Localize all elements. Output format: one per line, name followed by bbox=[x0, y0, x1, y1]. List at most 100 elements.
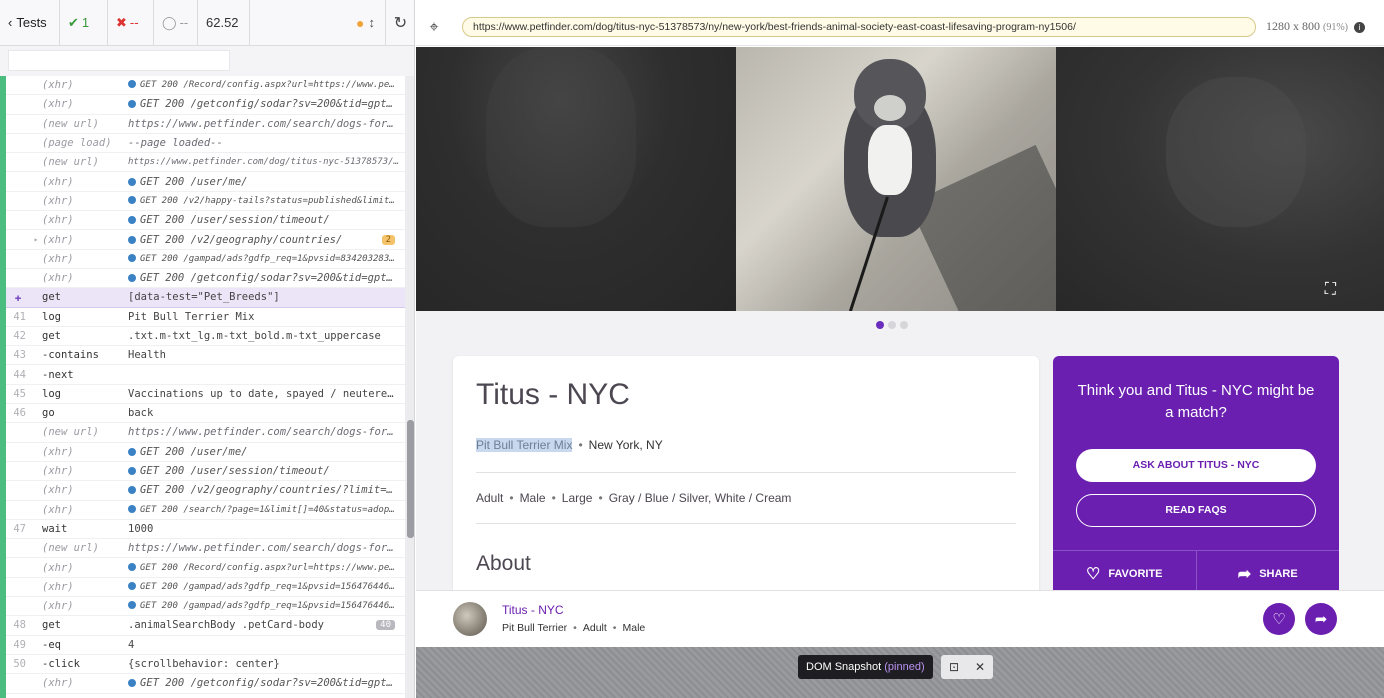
dog-silhouette bbox=[1166, 77, 1306, 227]
command-number: 42 bbox=[13, 330, 26, 342]
command-row[interactable]: (xhr) GET 200 /user/me/ bbox=[6, 443, 405, 462]
expand-arrow-icon[interactable]: ▸ bbox=[30, 235, 42, 244]
command-row[interactable]: (xhr) GET 200 /user/session/timeout/ bbox=[6, 462, 405, 482]
command-row[interactable]: (xhr) GET 200 /getconfig/sodar?sv=200&tid… bbox=[6, 95, 405, 115]
command-name: -eq bbox=[42, 638, 61, 651]
command-row[interactable]: 43 -contains Health bbox=[6, 346, 405, 366]
command-row[interactable]: (new url)https://www.petfinder.com/searc… bbox=[6, 423, 405, 443]
command-row[interactable]: (xhr) GET 200 /search/?page=1&limit[]=40&… bbox=[6, 501, 405, 520]
snapshot-bar: DOM Snapshot (pinned) ⊡ ✕ bbox=[416, 647, 1384, 698]
command-name: (xhr) bbox=[42, 445, 74, 458]
command-row[interactable]: (xhr) GET 200 /Record/config.aspx?url=htt… bbox=[6, 558, 405, 578]
dom-snapshot-label: DOM Snapshot (pinned) bbox=[798, 655, 933, 679]
command-row[interactable]: (new url)https://www.petfinder.com/searc… bbox=[6, 694, 405, 698]
command-message-text: GET 200 /gampad/ads?gdfp_req=1&pvsid=156… bbox=[140, 581, 405, 592]
command-count-badge: 40 bbox=[376, 620, 395, 631]
photo-carousel[interactable]: ⛶ bbox=[416, 47, 1384, 311]
command-log-scroll-thumb[interactable] bbox=[407, 420, 414, 538]
command-row[interactable]: 48 get .animalSearchBody .petCard-body 40 bbox=[6, 616, 405, 636]
command-row[interactable]: (page load) --page loaded-- bbox=[6, 134, 405, 154]
command-row[interactable]: (xhr) GET 200 /getconfig/sodar?sv=200&tid… bbox=[6, 269, 405, 289]
command-row[interactable]: (xhr) GET 200 /getconfig/sodar?sv=200&tid… bbox=[6, 674, 405, 694]
command-row[interactable]: (xhr) GET 200 /v2/happy-tails?status=publ… bbox=[6, 192, 405, 212]
command-row[interactable]: (xhr) GET 200 /gampad/ads?gdfp_req=1&pvsi… bbox=[6, 597, 405, 617]
ask-about-button[interactable]: ASK ABOUT TITUS - NYC bbox=[1076, 449, 1316, 482]
reload-icon: ↻ bbox=[393, 14, 408, 32]
command-log-panel: ‹ Tests ✔ 1 ✖ -- ◯ -- 62.52 ● ↕ ↻ (xhr) G… bbox=[0, 0, 415, 698]
carousel-photo-prev[interactable] bbox=[416, 47, 736, 311]
command-row[interactable]: (new url)https://www.petfinder.com/searc… bbox=[6, 115, 405, 134]
sticky-share-button[interactable]: ➦ bbox=[1305, 603, 1337, 635]
command-message: GET 200 /getconfig/sodar?sv=200&tid=gpt&… bbox=[128, 272, 405, 284]
command-message-text: 4 bbox=[128, 638, 135, 651]
command-row[interactable]: 41 log Pit Bull Terrier Mix bbox=[6, 308, 405, 327]
fullscreen-icon[interactable]: ⛶ bbox=[1325, 279, 1336, 299]
read-faqs-button[interactable]: READ FAQS bbox=[1076, 494, 1316, 527]
test-filter-input[interactable] bbox=[8, 50, 230, 71]
command-message-text: GET 200 /getconfig/sodar?sv=200&tid=gpt&… bbox=[140, 98, 400, 111]
command-row[interactable]: 46 go back bbox=[6, 404, 405, 424]
sticky-pet-name[interactable]: Titus - NYC bbox=[502, 603, 564, 617]
command-row[interactable]: 42 get .txt.m-txt_lg.m-txt_bold.m-txt_uppe… bbox=[6, 327, 405, 347]
command-row[interactable]: 45 log Vaccinations up to date, spayed / n… bbox=[6, 385, 405, 405]
command-row[interactable]: ▸ (xhr) GET 200 /v2/geography/countries/2 bbox=[6, 230, 405, 250]
command-row[interactable]: (new url) https://www.petfinder.com/dog/t… bbox=[6, 153, 405, 173]
command-message-text: Health bbox=[128, 349, 166, 362]
status-dot-icon: ● bbox=[356, 14, 365, 31]
command-message: Vaccinations up to date, spayed / neuter… bbox=[128, 388, 405, 400]
sticky-favorite-button[interactable]: ♡ bbox=[1263, 603, 1295, 635]
close-icon: ✕ bbox=[974, 660, 986, 674]
command-message: 1000 bbox=[128, 523, 405, 535]
command-row[interactable]: (xhr) GET 200 /gampad/ads?gdfp_req=1&pvsi… bbox=[6, 250, 405, 269]
command-row[interactable]: 44 -next bbox=[6, 365, 405, 385]
auto-scroll-icon[interactable]: ↕ bbox=[369, 15, 376, 30]
command-name: -contains bbox=[42, 349, 99, 362]
carousel-dot[interactable] bbox=[876, 321, 884, 329]
share-arrow-icon: ➦ bbox=[1314, 610, 1328, 628]
separator: • bbox=[598, 491, 603, 505]
sticky-subtitle-part: Male bbox=[622, 622, 646, 634]
carousel-dot[interactable] bbox=[900, 321, 908, 329]
command-row-pinned[interactable]: ✚ get [data-test="Pet_Breeds"] bbox=[6, 288, 405, 308]
command-row[interactable]: 50 -click {scrollbehavior: center} bbox=[6, 655, 405, 675]
pet-location: New York, NY bbox=[588, 438, 663, 452]
command-message-text: GET 200 /user/me/ bbox=[140, 175, 248, 188]
selector-playground-icon[interactable]: ⌖ bbox=[416, 17, 452, 37]
restart-button[interactable]: ↻ bbox=[385, 0, 414, 45]
command-row[interactable]: 49 -eq 4 bbox=[6, 636, 405, 655]
command-row[interactable]: 47 wait 1000 bbox=[6, 520, 405, 540]
command-log-scrollbar[interactable] bbox=[405, 76, 414, 698]
command-number: 49 bbox=[13, 638, 26, 651]
command-message: GET 200 /user/me/ bbox=[128, 176, 405, 188]
divider bbox=[476, 523, 1016, 524]
command-name: go bbox=[42, 407, 55, 420]
command-message-text: GET 200 /gampad/ads?gdfp_req=1&pvsid=156… bbox=[140, 601, 405, 612]
command-row[interactable]: (xhr) GET 200 /gampad/ads?gdfp_req=1&pvsi… bbox=[6, 578, 405, 598]
carousel-dot[interactable] bbox=[888, 321, 896, 329]
command-name: get bbox=[42, 619, 61, 632]
command-number: 47 bbox=[13, 522, 26, 535]
command-row[interactable]: (xhr) GET 200 /user/me/ bbox=[6, 172, 405, 192]
command-row[interactable]: (xhr) GET 200 /user/session/timeout/ bbox=[6, 211, 405, 231]
url-field[interactable]: https://www.petfinder.com/dog/titus-nyc-… bbox=[462, 16, 1256, 37]
tests-button[interactable]: ‹ Tests bbox=[0, 0, 60, 45]
xhr-status-dot-icon bbox=[128, 100, 136, 109]
breed-location-line: Pit Bull Terrier Mix • New York, NY bbox=[476, 438, 663, 452]
viewport-info[interactable]: 1280 x 800 (91%) i bbox=[1266, 19, 1365, 34]
command-message: back bbox=[128, 407, 405, 419]
xhr-status-dot-icon bbox=[128, 235, 136, 244]
unpin-snapshot-button[interactable]: ✕ bbox=[967, 655, 993, 679]
command-name: -next bbox=[42, 368, 74, 381]
tests-label: Tests bbox=[16, 15, 47, 30]
toggle-highlight-button[interactable]: ⊡ bbox=[941, 655, 967, 679]
pet-breed: Pit Bull Terrier Mix bbox=[476, 438, 573, 452]
command-message: GET 200 /search/?page=1&limit[]=40&statu… bbox=[128, 504, 405, 515]
command-name: log bbox=[42, 310, 61, 323]
command-row[interactable]: (new url)https://www.petfinder.com/searc… bbox=[6, 539, 405, 559]
command-row[interactable]: (xhr) GET 200 /Record/config.aspx?url=htt… bbox=[6, 76, 405, 96]
sticky-subtitle-part: Adult bbox=[582, 622, 607, 634]
carousel-photo-next[interactable] bbox=[1056, 47, 1384, 311]
carousel-photo-current[interactable] bbox=[736, 47, 1056, 311]
check-icon: ✔ bbox=[68, 14, 79, 30]
command-row[interactable]: (xhr) GET 200 /v2/geography/countries/?li… bbox=[6, 481, 405, 501]
